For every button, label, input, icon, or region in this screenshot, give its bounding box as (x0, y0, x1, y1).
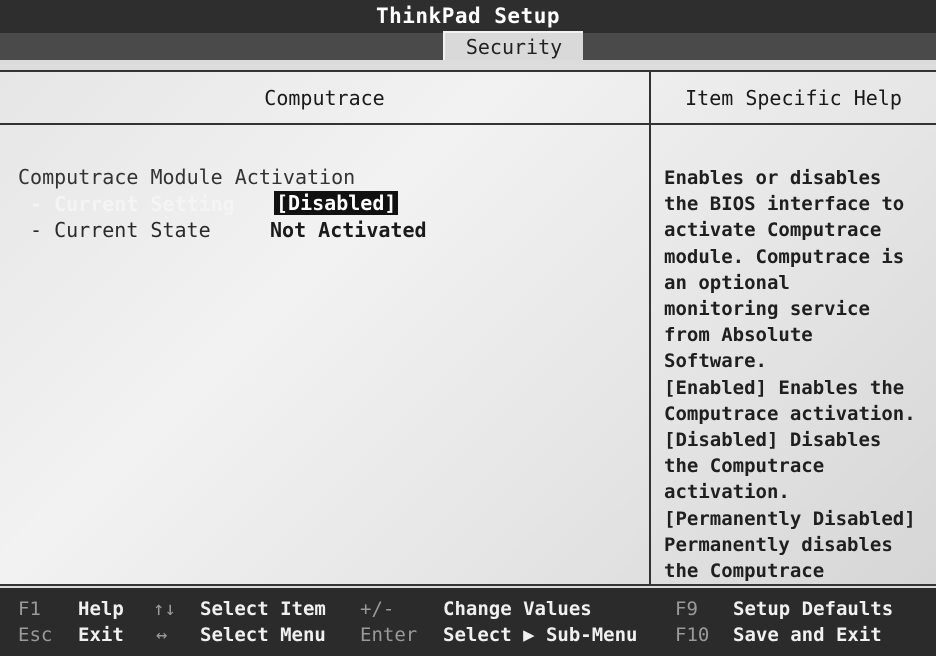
help-line: [Disabled] Disables (664, 429, 882, 452)
help-panel-title: Item Specific Help (685, 86, 902, 110)
exit-action[interactable]: Exit (78, 624, 124, 646)
left-right-arrows-icon[interactable]: ↔ (156, 624, 167, 646)
current-setting-label[interactable]: - Current Setting (30, 192, 235, 216)
page-title: Computrace (264, 86, 385, 110)
select-item-action[interactable]: Select Item (200, 598, 326, 620)
change-values-action[interactable]: Change Values (443, 598, 592, 620)
current-state-label: - Current State (30, 218, 211, 242)
help-line: an optional (664, 271, 790, 294)
help-line: Computrace activation. (664, 402, 916, 425)
help-line: the BIOS interface to (664, 193, 905, 216)
sub-menu-action[interactable]: Select ▶ Sub-Menu (443, 624, 637, 646)
help-line: Permanently disables (664, 533, 893, 556)
help-line: [Enabled] Enables the (664, 376, 905, 399)
help-line: activation. (664, 481, 790, 504)
current-state-value: Not Activated (270, 218, 427, 242)
section-title: Computrace Module Activation (18, 165, 356, 189)
help-line: module. Computrace is (664, 245, 905, 268)
help-line: [Permanently Disabled] (664, 507, 916, 530)
tab-security[interactable]: Security (443, 31, 583, 60)
help-line: the Computrace (664, 455, 825, 478)
f9-key[interactable]: F9 (675, 598, 698, 620)
app-title: ThinkPad Setup (375, 4, 560, 28)
header-divider (0, 123, 936, 125)
help-action[interactable]: Help (78, 598, 124, 620)
enter-key[interactable]: Enter (360, 624, 417, 646)
save-exit-action[interactable]: Save and Exit (733, 624, 882, 646)
plus-minus-key[interactable]: +/- (360, 598, 394, 620)
setup-defaults-action[interactable]: Setup Defaults (733, 598, 893, 620)
f1-key[interactable]: F1 (18, 598, 41, 620)
esc-key[interactable]: Esc (18, 624, 52, 646)
help-line: from Absolute (664, 324, 813, 347)
help-line: Enables or disables (664, 167, 882, 189)
help-line: the Computrace (664, 560, 825, 583)
select-menu-action[interactable]: Select Menu (200, 624, 326, 646)
f10-key[interactable]: F10 (675, 624, 709, 646)
help-text: Enables or disables the BIOS interface t… (664, 165, 934, 584)
panel-divider (649, 72, 651, 584)
help-line: Software. (664, 350, 767, 373)
up-down-arrows-icon[interactable]: ↑↓ (153, 598, 176, 620)
help-line: monitoring service (664, 298, 870, 321)
help-line: activate Computrace (664, 219, 882, 242)
current-setting-value[interactable]: [Disabled] (274, 191, 399, 215)
